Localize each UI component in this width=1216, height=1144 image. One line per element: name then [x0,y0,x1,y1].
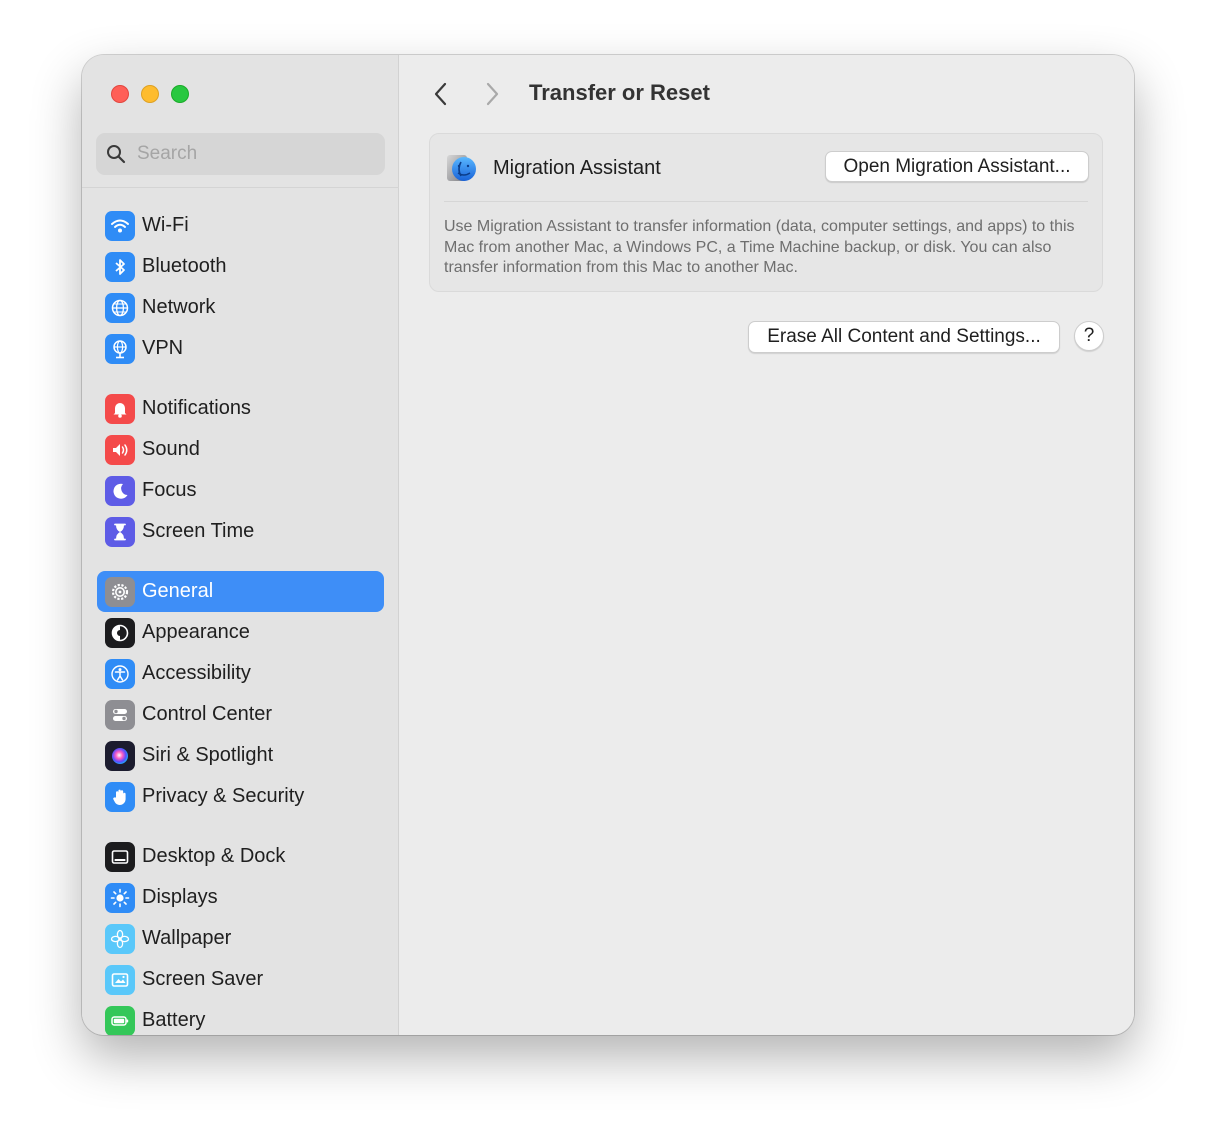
migration-assistant-description: Use Migration Assistant to transfer info… [444,218,1075,276]
sidebar-item-desktop-and-dock[interactable]: Desktop & Dock [97,836,384,877]
wifi-icon [105,210,135,241]
sidebar-item-label: General [142,580,214,602]
window-controls [111,85,189,103]
zoom-window-button[interactable] [171,85,189,103]
open-migration-assistant-button[interactable]: Open Migration Assistant... [825,151,1089,182]
sidebar-item-label: Desktop & Dock [142,845,286,867]
sidebar-item-network[interactable]: Network [97,287,384,328]
accessibility-icon [105,658,135,689]
help-button[interactable]: ? [1074,321,1104,351]
sidebar-item-label: Screen Time [142,520,255,542]
speaker-icon [105,434,135,465]
flower-icon [105,923,135,954]
sidebar-item-wi-fi[interactable]: Wi-Fi [97,205,384,246]
chevron-left-icon [434,82,447,106]
sidebar-item-battery[interactable]: Battery [97,1000,384,1035]
toggles-icon [105,699,135,730]
sidebar-item-label: Control Center [142,703,273,725]
sidebar-item-label: Appearance [142,621,250,643]
sidebar-item-displays[interactable]: Displays [97,877,384,918]
dock-icon [105,841,135,872]
sidebar-item-focus[interactable]: Focus [97,470,384,511]
migration-assistant-card: Migration Assistant Open Migration Assis… [429,133,1103,292]
sidebar-nav: Wi-Fi Bluetooth Network VPN Notifications Sou… [82,197,399,1035]
settings-window: Wi-Fi Bluetooth Network VPN Notifications Sou… [82,55,1134,1035]
bell-icon [105,393,135,424]
sun-icon [105,882,135,913]
sidebar-item-wallpaper[interactable]: Wallpaper [97,918,384,959]
sidebar-list: Wi-Fi Bluetooth Network VPN Notifications Sou… [82,197,399,1035]
sidebar-item-label: Focus [142,479,197,501]
globe-icon [105,292,135,323]
sidebar-item-siri-and-spotlight[interactable]: Siri & Spotlight [97,735,384,776]
toolbar: Transfer or Reset [399,55,1134,131]
screensaver-icon [105,964,135,995]
hourglass-icon [105,516,135,547]
search-input[interactable] [135,142,379,166]
sidebar-item-vpn[interactable]: VPN [97,328,384,369]
sidebar-item-privacy-and-security[interactable]: Privacy & Security [97,776,384,817]
minimize-window-button[interactable] [141,85,159,103]
gear-icon [105,576,135,607]
forward-button[interactable] [480,81,504,107]
sidebar-item-general[interactable]: General [97,571,384,612]
content-pane: Transfer or Reset Migration Assistant Op… [399,55,1134,1035]
siri-icon [105,740,135,771]
sidebar-item-label: VPN [142,337,184,359]
sidebar-item-label: Screen Saver [142,968,264,990]
chevron-right-icon [486,82,499,106]
sidebar-item-notifications[interactable]: Notifications [97,388,384,429]
sidebar-item-label: Displays [142,886,218,908]
sidebar-item-label: Sound [142,438,200,460]
sidebar-item-accessibility[interactable]: Accessibility [97,653,384,694]
moon-icon [105,475,135,506]
sidebar-item-screen-saver[interactable]: Screen Saver [97,959,384,1000]
sidebar-item-label: Notifications [142,397,251,419]
bluetooth-icon [105,251,135,282]
sidebar-item-label: Accessibility [142,662,251,684]
sidebar-item-label: Wallpaper [142,927,232,949]
search-icon [107,145,126,164]
card-divider [444,201,1088,202]
sidebar: Wi-Fi Bluetooth Network VPN Notifications Sou… [82,55,399,1035]
back-button[interactable] [429,81,453,107]
appearance-icon [105,617,135,648]
vpn-globe-icon [105,333,135,364]
erase-all-content-button[interactable]: Erase All Content and Settings... [748,321,1060,353]
page-title: Transfer or Reset [529,80,710,105]
sidebar-item-label: Privacy & Security [142,785,305,807]
search-field[interactable] [96,133,385,175]
migration-assistant-icon [447,155,476,181]
sidebar-item-appearance[interactable]: Appearance [97,612,384,653]
migration-assistant-label: Migration Assistant [493,156,661,179]
sidebar-item-label: Siri & Spotlight [142,744,274,766]
sidebar-item-bluetooth[interactable]: Bluetooth [97,246,384,287]
sidebar-item-label: Wi-Fi [142,214,189,236]
close-window-button[interactable] [111,85,129,103]
sidebar-item-sound[interactable]: Sound [97,429,384,470]
hand-icon [105,781,135,812]
sidebar-item-label: Battery [142,1009,206,1031]
battery-icon [105,1005,135,1035]
sidebar-item-label: Bluetooth [142,255,227,277]
sidebar-item-screen-time[interactable]: Screen Time [97,511,384,552]
sidebar-divider [82,187,399,188]
sidebar-item-control-center[interactable]: Control Center [97,694,384,735]
sidebar-item-label: Network [142,296,216,318]
